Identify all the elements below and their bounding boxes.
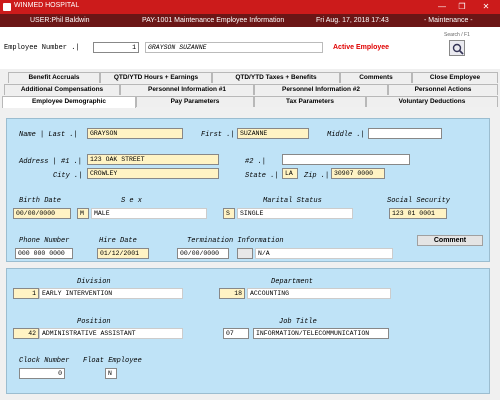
datetime-label: Fri Aug. 17, 2018 17:43 <box>316 17 389 24</box>
search-button[interactable] <box>449 40 465 56</box>
employee-header: Employee Number .| 1 GRAYSON SUZANNE Sea… <box>0 27 500 69</box>
address-1-field[interactable]: 123 OAK STREET <box>87 154 219 165</box>
restore-icon[interactable]: ❐ <box>452 1 472 13</box>
float-employee-field[interactable]: N <box>105 368 117 379</box>
first-name-label: First .| <box>201 131 235 139</box>
phone-label: Phone Number <box>19 237 70 245</box>
middle-name-label: Middle .| <box>327 131 365 139</box>
tab-qtd-ytd-hours[interactable]: QTD/YTD Hours + Earnings <box>100 72 212 83</box>
tab-bar: Benefit Accruals QTD/YTD Hours + Earning… <box>0 72 500 108</box>
division-label: Division <box>77 278 111 286</box>
marital-description: SINGLE <box>237 208 353 219</box>
department-label: Department <box>271 278 314 286</box>
window-titlebar: WINMED HOSPITAL — ❐ ✕ <box>0 0 500 14</box>
middle-name-field[interactable] <box>368 128 442 139</box>
screen-label: PAY-1001 Maintenance Employee Informatio… <box>142 17 285 24</box>
last-name-field[interactable]: GRAYSON <box>87 128 183 139</box>
job-title-description: INFORMATION/TELECOMMUNICATION <box>253 328 389 339</box>
clock-number-field[interactable]: 0 <box>19 368 65 379</box>
tab-qtd-ytd-taxes[interactable]: QTD/YTD Taxes + Benefits <box>212 72 340 83</box>
tab-voluntary-deductions[interactable]: Voluntary Deductions <box>366 96 498 107</box>
job-title-code-field[interactable]: 07 <box>223 328 249 339</box>
ssn-label: Social Security <box>387 197 451 205</box>
position-label: Position <box>77 318 111 326</box>
demographic-panel: Name | Last .| GRAYSON First .| SUZANNE … <box>6 118 490 262</box>
termination-description: N/A <box>255 248 393 259</box>
ssn-field[interactable]: 123 01 0001 <box>389 208 447 219</box>
birth-date-field[interactable]: 00/00/0000 <box>13 208 71 219</box>
position-code-field[interactable]: 42 <box>13 328 39 339</box>
tab-comments[interactable]: Comments <box>340 72 412 83</box>
sex-description: MALE <box>91 208 207 219</box>
zip-label: Zip .| <box>304 172 330 180</box>
clock-number-label: Clock Number <box>19 357 70 365</box>
tab-personnel-info-1[interactable]: Personnel Information #1 <box>120 84 254 95</box>
job-title-label: Job Title <box>279 318 317 326</box>
address-2-label: #2 .| <box>245 158 267 166</box>
state-label: State .| <box>245 172 279 180</box>
organization-panel: Division 1 EARLY INTERVENTION Department… <box>6 268 490 394</box>
department-code-field[interactable]: 18 <box>219 288 245 299</box>
vertical-scrollbar[interactable] <box>492 114 499 396</box>
search-label: Search / F1 <box>444 32 470 38</box>
status-bar: USER:Phil Baldwin PAY-1001 Maintenance E… <box>0 14 500 27</box>
hire-date-label: Hire Date <box>99 237 137 245</box>
marital-code-field[interactable]: S <box>223 208 235 219</box>
position-description: ADMINISTRATIVE ASSISTANT <box>39 328 183 339</box>
department-description: ACCOUNTING <box>247 288 391 299</box>
float-employee-label: Float Employee <box>83 357 142 365</box>
first-name-field[interactable]: SUZANNE <box>237 128 309 139</box>
tab-personnel-actions[interactable]: Personnel Actions <box>388 84 498 95</box>
comment-button[interactable]: Comment <box>417 235 483 246</box>
zip-field[interactable]: 30907 0000 <box>331 168 385 179</box>
employee-number-field[interactable]: 1 <box>93 42 139 53</box>
sex-code-field[interactable]: M <box>77 208 89 219</box>
tab-employee-demographic[interactable]: Employee Demographic <box>2 96 136 108</box>
user-label: USER:Phil Baldwin <box>30 17 90 24</box>
termination-date-field[interactable]: 00/00/0000 <box>177 248 229 259</box>
tab-personnel-info-2[interactable]: Personnel Information #2 <box>254 84 388 95</box>
search-icon <box>452 43 464 55</box>
tab-additional-compensations[interactable]: Additional Compensations <box>4 84 120 95</box>
marital-status-label: Marital Status <box>263 197 322 205</box>
employee-status-badge: Active Employee <box>333 44 390 51</box>
hire-date-field[interactable]: 01/12/2001 <box>97 248 149 259</box>
termination-code-field[interactable] <box>237 248 253 259</box>
sex-label: S e x <box>121 197 143 205</box>
birth-date-label: Birth Date <box>19 197 62 205</box>
division-description: EARLY INTERVENTION <box>39 288 183 299</box>
address-label: Address | #1 .| <box>19 158 83 166</box>
close-icon[interactable]: ✕ <box>476 1 496 13</box>
division-code-field[interactable]: 1 <box>13 288 39 299</box>
employee-name-field: GRAYSON SUZANNE <box>145 42 323 53</box>
tab-tax-parameters[interactable]: Tax Parameters <box>254 96 366 107</box>
app-icon <box>3 3 11 11</box>
address-2-field[interactable] <box>282 154 410 165</box>
city-field[interactable]: CROWLEY <box>87 168 219 179</box>
minimize-icon[interactable]: — <box>432 1 452 13</box>
mode-label: - Maintenance - <box>424 17 473 24</box>
city-label: City .| <box>53 172 83 180</box>
window-title: WINMED HOSPITAL <box>14 2 80 9</box>
name-label: Name | Last .| <box>19 131 78 139</box>
tab-close-employee[interactable]: Close Employee <box>412 72 498 83</box>
state-field[interactable]: LA <box>282 168 298 179</box>
phone-field[interactable]: 000 000 0000 <box>15 248 73 259</box>
tab-pay-parameters[interactable]: Pay Parameters <box>136 96 254 107</box>
employee-number-label: Employee Number .| <box>4 44 80 52</box>
tab-benefit-accruals[interactable]: Benefit Accruals <box>8 72 100 83</box>
termination-label: Termination Information <box>187 237 284 245</box>
